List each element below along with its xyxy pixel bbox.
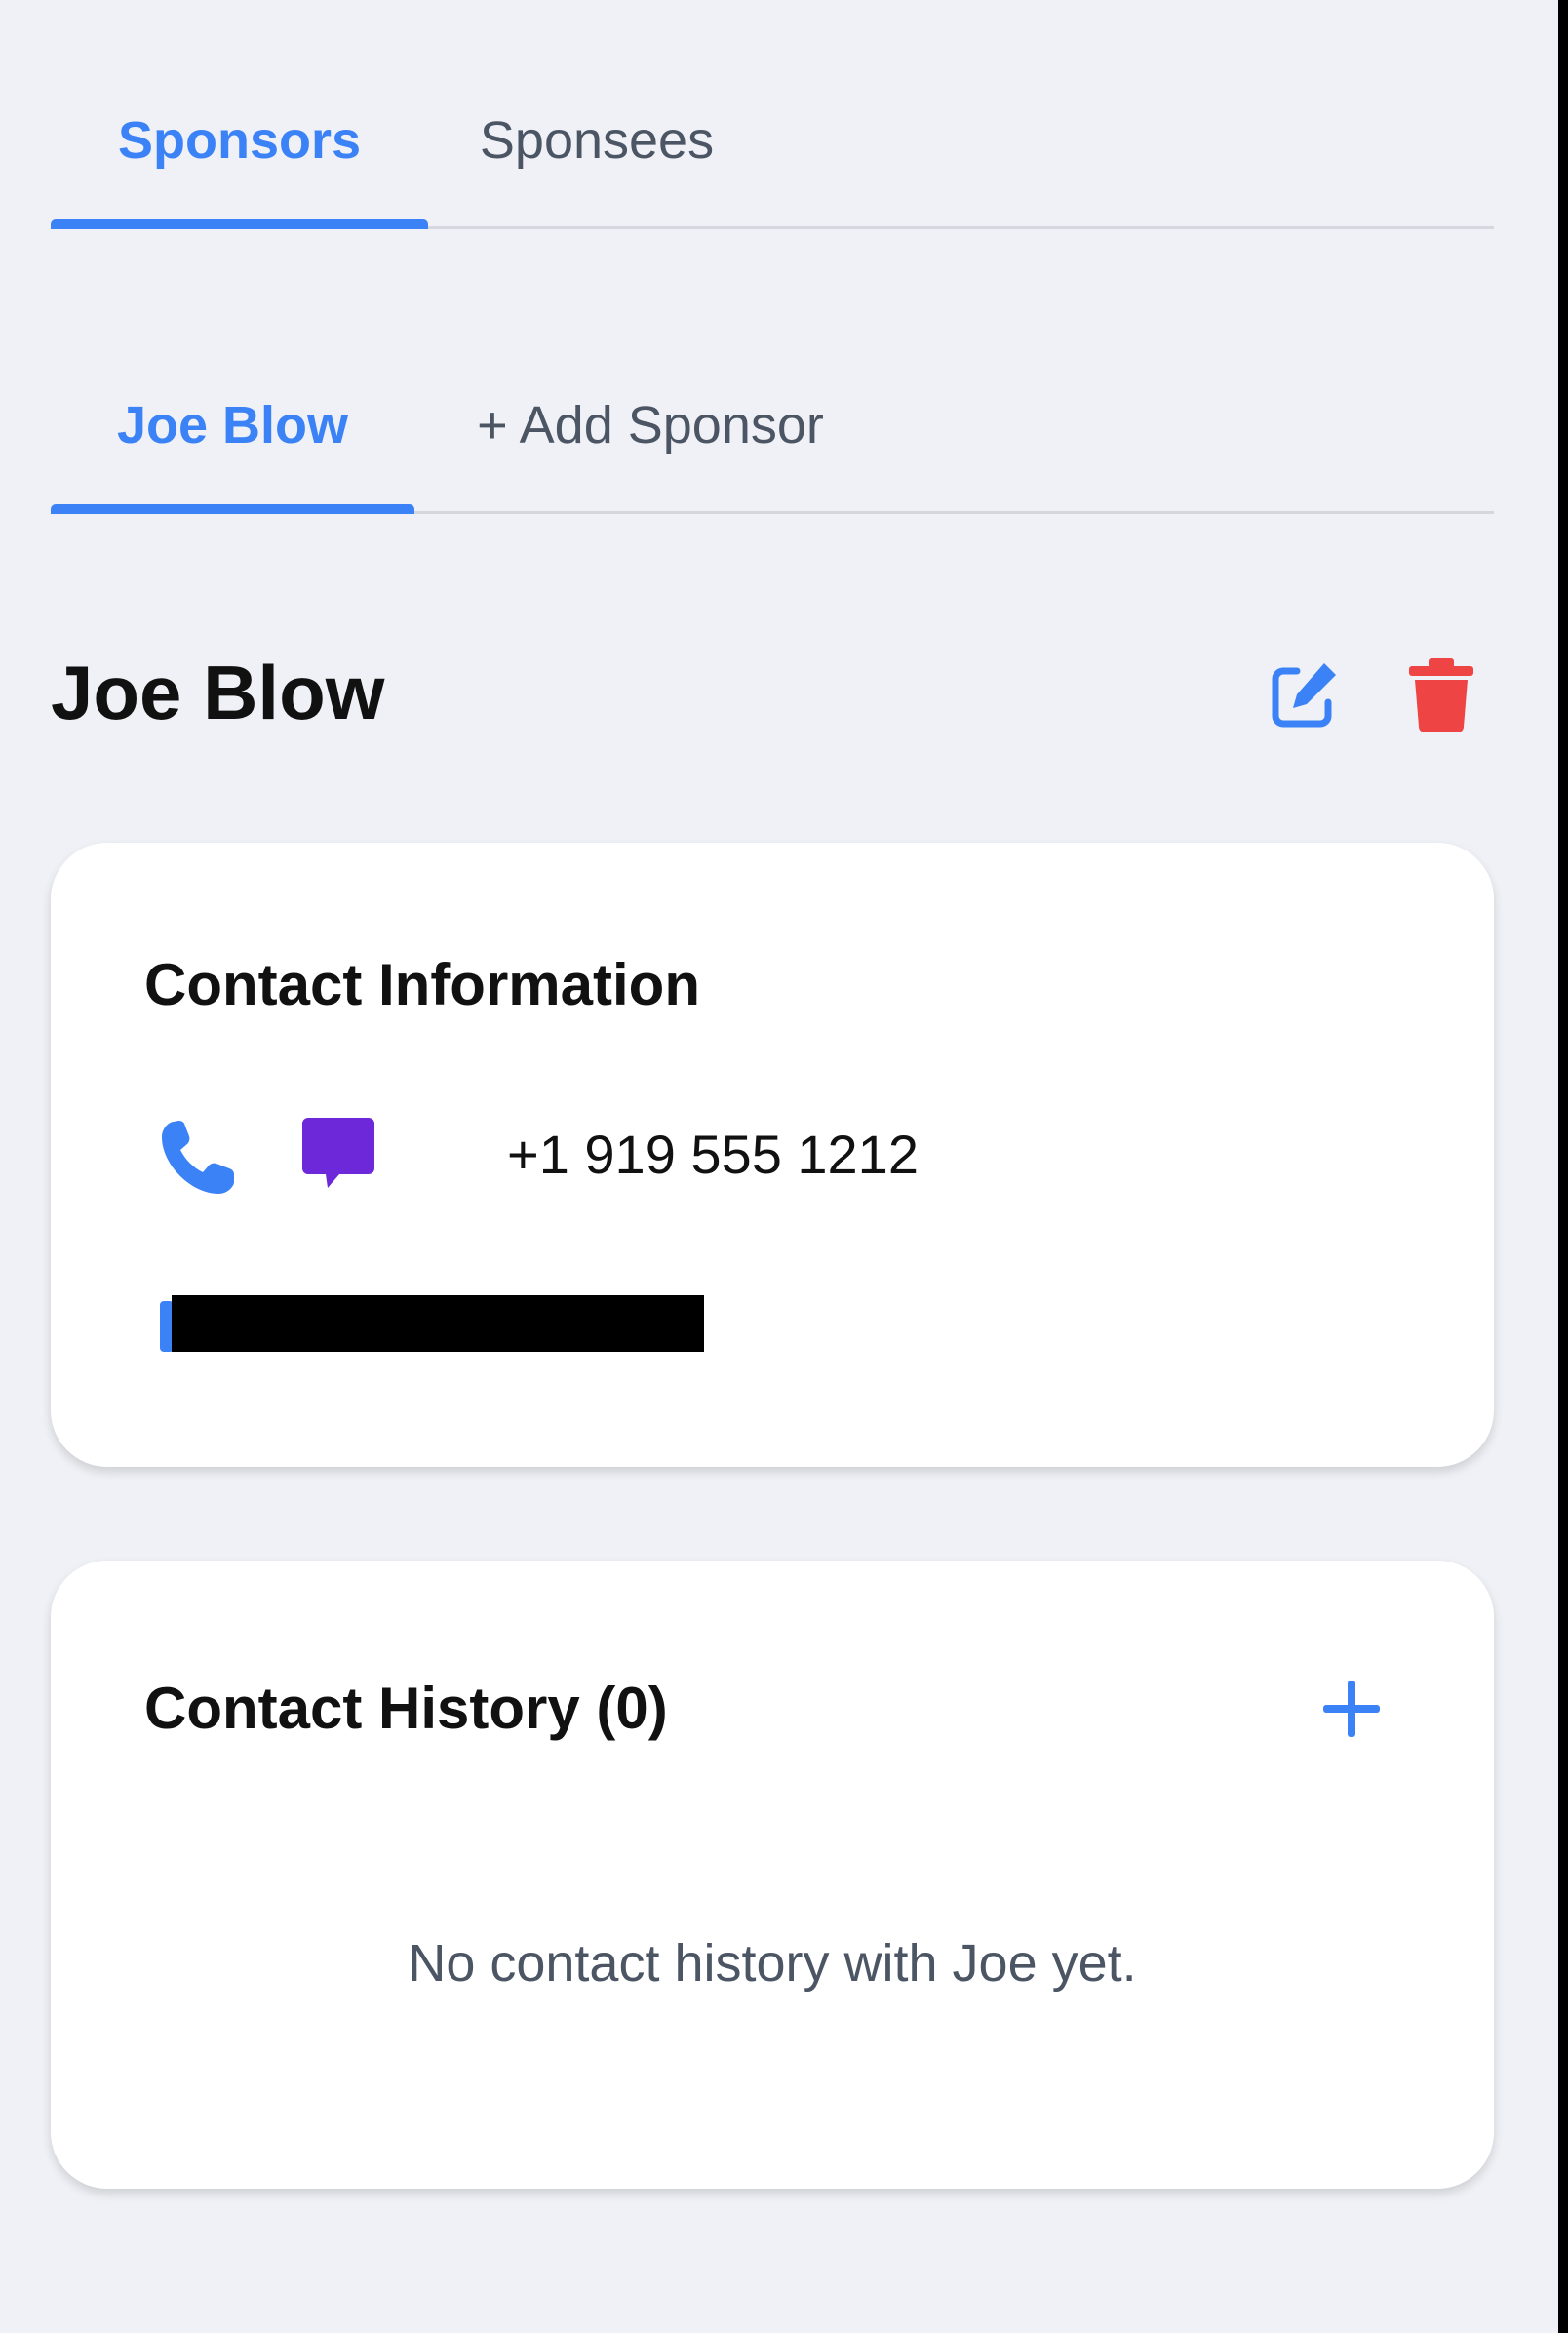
tab-sponsees[interactable]: Sponsees — [451, 51, 743, 229]
contact-information-card: Contact Information +1 919 555 1212 — [51, 843, 1494, 1467]
email-row — [160, 1291, 745, 1356]
delete-button[interactable] — [1402, 655, 1480, 733]
trash-icon — [1409, 658, 1473, 732]
phone-icon[interactable] — [158, 1118, 238, 1198]
phone-row: +1 919 555 1212 — [158, 1106, 1328, 1204]
contact-history-title: Contact History (0) — [144, 1676, 668, 1741]
sponsor-tab-bar: Joe Blow + Add Sponsor — [51, 336, 1494, 514]
edit-icon — [1272, 663, 1336, 728]
chat-bubble-icon[interactable] — [300, 1116, 376, 1192]
empty-history-message: No contact history with Joe yet. — [408, 1934, 1137, 1993]
add-contact-history-button[interactable] — [1313, 1670, 1391, 1748]
phone-number[interactable]: +1 919 555 1212 — [507, 1106, 919, 1204]
tab-sponsors[interactable]: Sponsors — [51, 51, 428, 229]
tab-joe-blow[interactable]: Joe Blow — [51, 336, 414, 514]
primary-tab-bar: Sponsors Sponsees — [51, 51, 1494, 229]
window-edge — [1558, 0, 1568, 2333]
plus-icon — [1323, 1681, 1380, 1737]
edit-button[interactable] — [1266, 655, 1344, 733]
contact-information-title: Contact Information — [144, 952, 700, 1017]
add-sponsor-tab[interactable]: + Add Sponsor — [436, 336, 865, 514]
page-title: Joe Blow — [51, 650, 385, 735]
contact-history-card: Contact History (0) No contact history w… — [51, 1561, 1494, 2189]
redacted-email — [172, 1295, 704, 1352]
